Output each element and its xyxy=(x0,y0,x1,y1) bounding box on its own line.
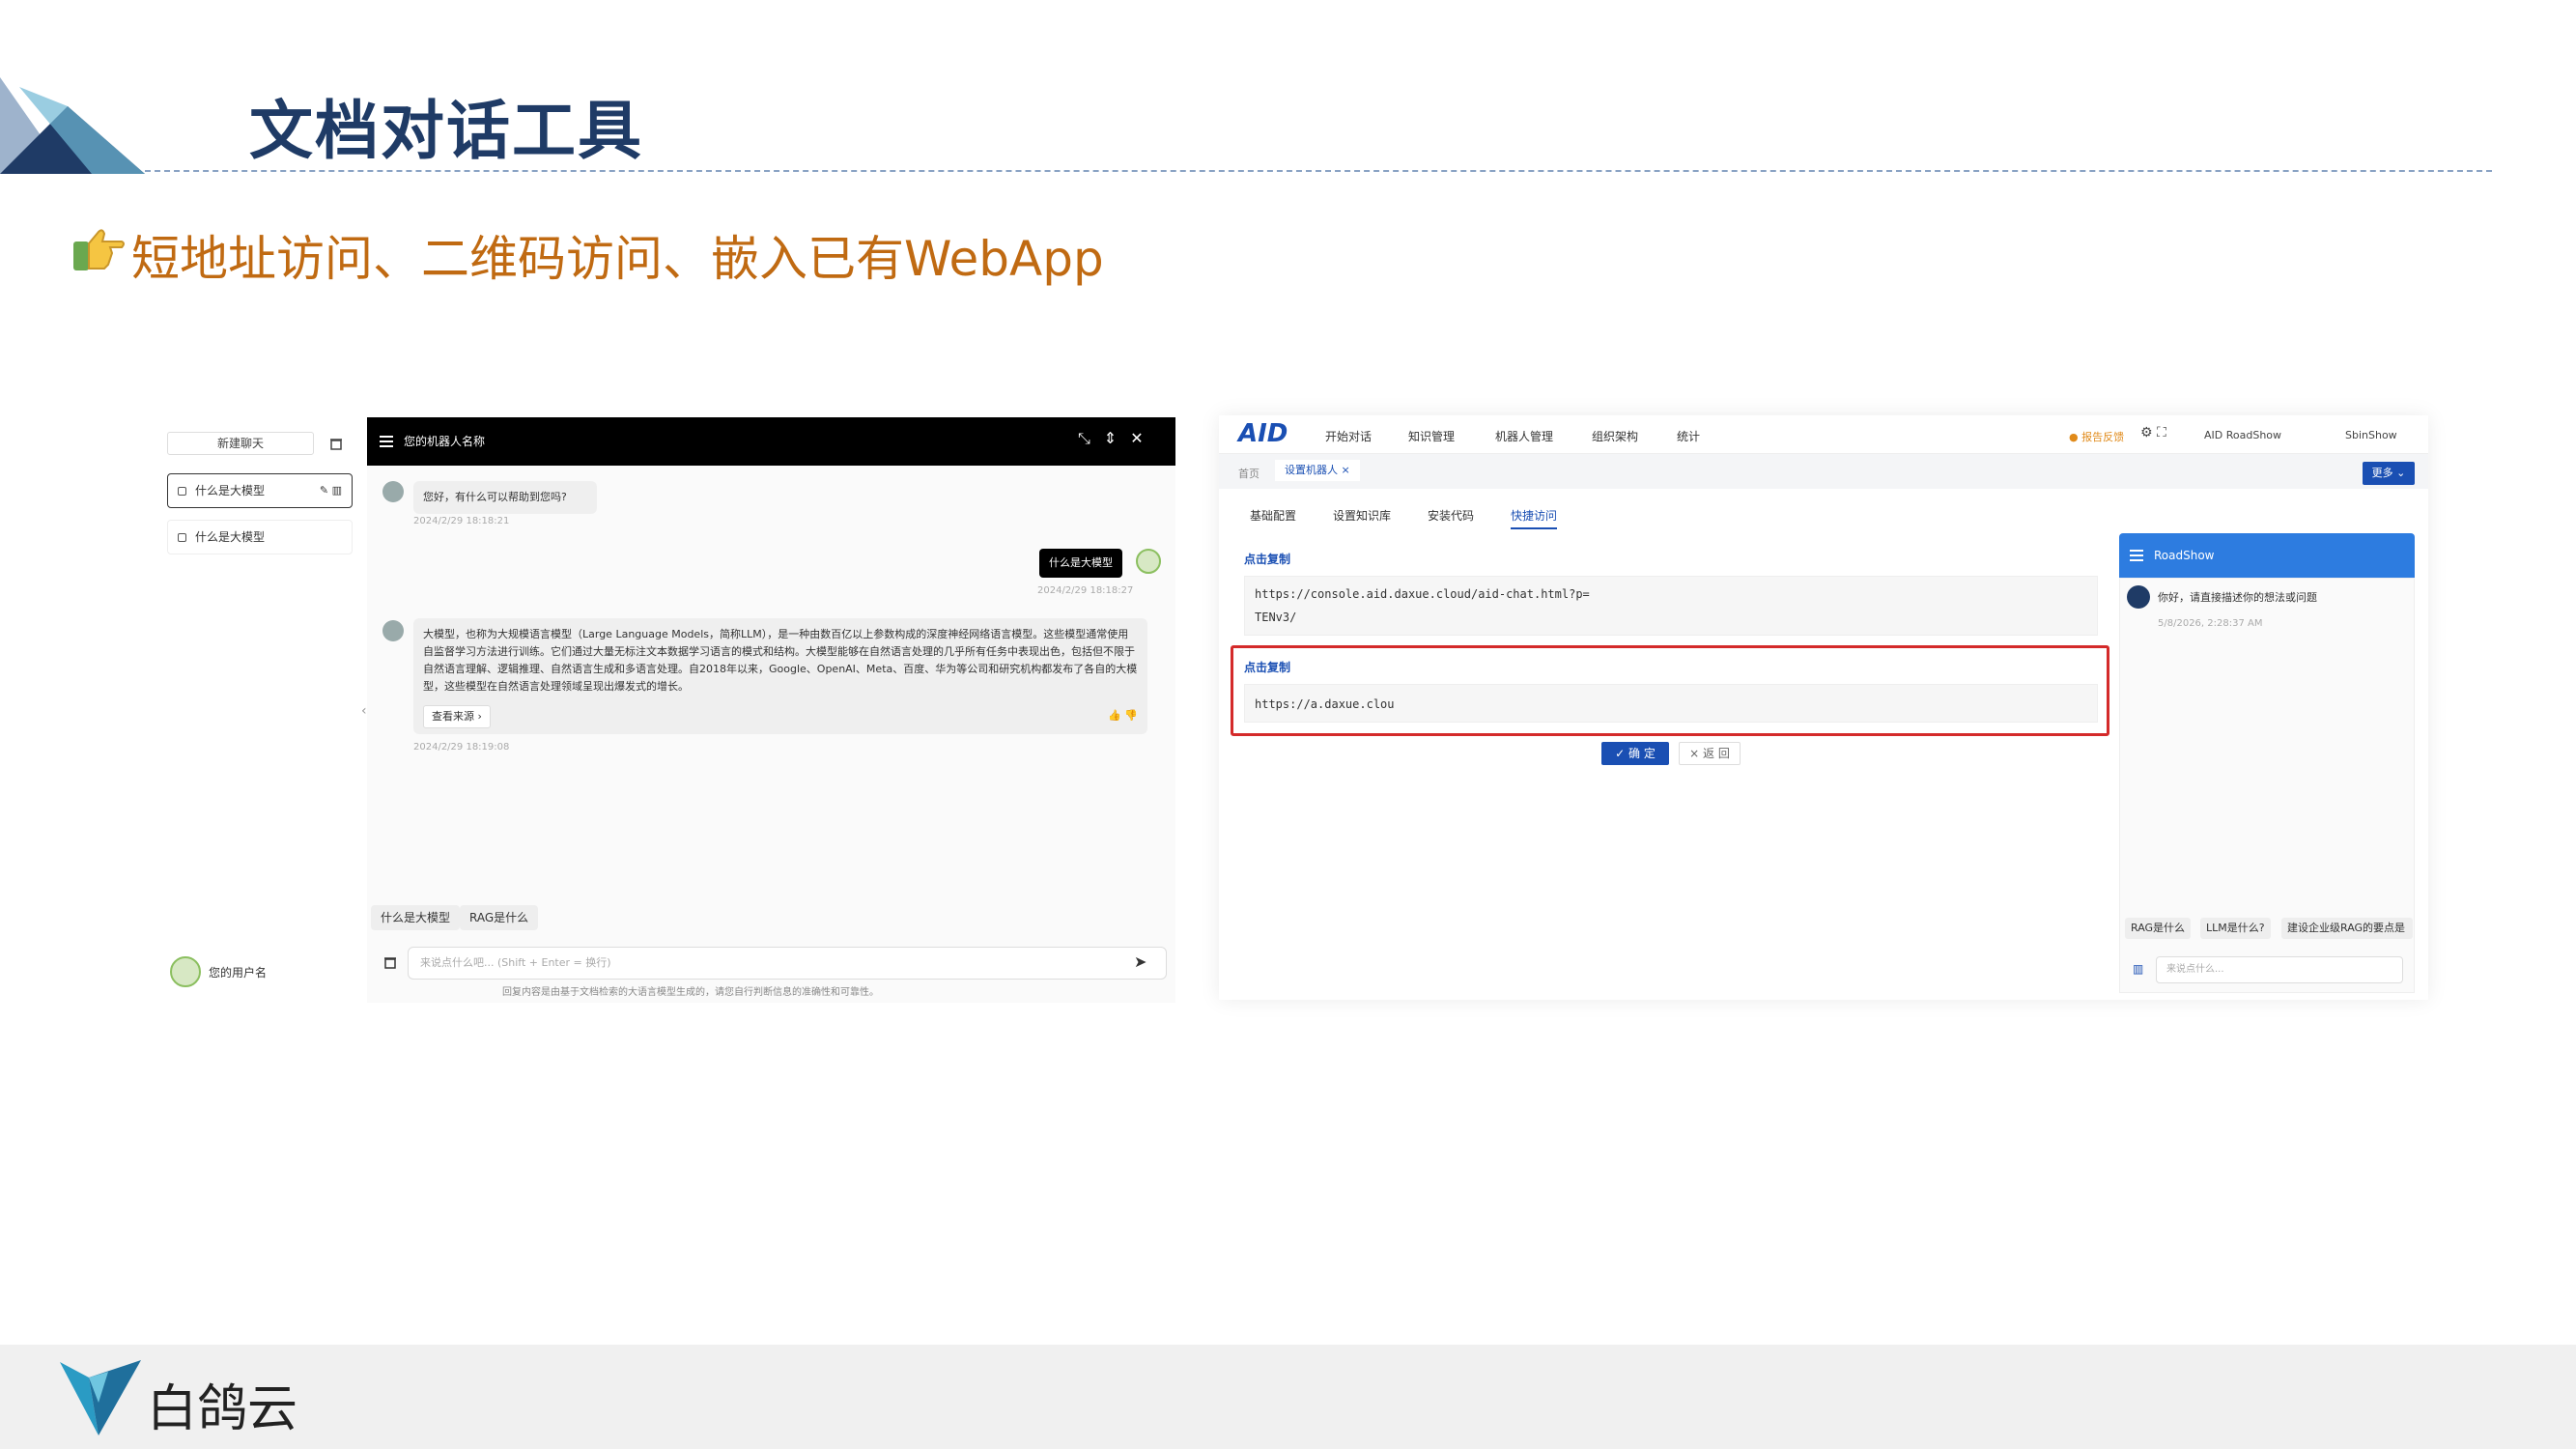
long-url-box[interactable]: https://console.aid.daxue.cloud/aid-chat… xyxy=(1244,576,2098,636)
user-avatar xyxy=(1136,549,1161,574)
short-url-box[interactable]: https://a.daxue.clou xyxy=(1244,684,2098,723)
user-message: 什么是大模型 xyxy=(1039,549,1122,578)
suggestion-chip[interactable]: RAG是什么 xyxy=(460,905,539,930)
preview-chip[interactable]: LLM是什么? xyxy=(2200,918,2271,939)
bot-greeting: 您好，有什么可以帮助到您吗? xyxy=(413,481,597,514)
preview-header: RoadShow xyxy=(2119,533,2415,578)
preview-title: RoadShow xyxy=(2154,549,2215,562)
tab-knowledge[interactable]: 设置知识库 xyxy=(1333,507,1391,524)
nav-org[interactable]: 组织架构 xyxy=(1592,428,1638,444)
breadcrumb-home[interactable]: 首页 xyxy=(1238,466,1260,481)
long-url-line-1: https://console.aid.daxue.cloud/aid-chat… xyxy=(1255,587,1590,601)
tab-install-code[interactable]: 安装代码 xyxy=(1428,507,1474,524)
disclaimer: 回复内容是由基于文档检索的大语言模型生成的，请您自行判断信息的准确性和可靠性。 xyxy=(502,987,879,998)
bot-name: 您的机器人名称 xyxy=(404,435,486,448)
delete-all-icon[interactable] xyxy=(328,436,344,451)
bot-avatar xyxy=(382,481,404,502)
send-icon[interactable]: ➤ xyxy=(1134,952,1146,971)
timestamp: 2024/2/29 18:18:21 xyxy=(413,516,510,526)
confirm-button[interactable]: ✓ 确 定 xyxy=(1601,742,1669,765)
title-divider xyxy=(145,170,2492,172)
view-source-button[interactable]: 查看来源 › xyxy=(423,705,491,728)
dove-logo-icon xyxy=(60,1360,141,1435)
timestamp: 2024/2/29 18:18:27 xyxy=(1037,585,1134,596)
feedback-link[interactable]: ● 报告反馈 xyxy=(2069,429,2124,444)
short-url: https://a.daxue.clou xyxy=(1255,697,1395,711)
preview-clear-icon[interactable]: ▥ xyxy=(2133,962,2143,976)
preview-chip[interactable]: RAG是什么 xyxy=(2125,918,2192,939)
user-avatar xyxy=(170,956,201,987)
slide-title: 文档对话工具 xyxy=(249,94,643,168)
window-controls[interactable]: ⤡⇕✕ xyxy=(1078,429,1157,448)
aid-logo[interactable]: AID xyxy=(1238,419,1288,448)
back-button[interactable]: × 返 回 xyxy=(1679,742,1741,765)
suggestion-chip[interactable]: 什么是大模型 xyxy=(371,905,461,930)
chat-header: 您的机器人名称 xyxy=(367,417,1175,466)
nav-stats[interactable]: 统计 xyxy=(1677,428,1700,444)
bot-answer: 大模型，也称为大规模语言模型（Large Language Models，简称L… xyxy=(413,618,1147,734)
more-button[interactable]: 更多 ⌄ xyxy=(2363,462,2415,485)
clear-chat-icon[interactable] xyxy=(382,954,398,970)
preview-menu-icon[interactable] xyxy=(2129,548,2144,563)
new-chat-button[interactable]: 新建聊天 xyxy=(167,432,314,455)
tab-quick-access[interactable]: 快捷访问 xyxy=(1511,507,1558,529)
message-input[interactable]: 来说点什么吧... (Shift + Enter = 换行) xyxy=(408,947,1167,980)
slide-subtitle: 短地址访问、二维码访问、嵌入已有WebApp xyxy=(131,231,1104,287)
timestamp: 2024/2/29 18:19:08 xyxy=(413,742,510,753)
brand-name: 白鸽云 xyxy=(147,1380,298,1438)
tab-basic-config[interactable]: 基础配置 xyxy=(1250,507,1296,524)
copy-link-label[interactable]: 点击复制 xyxy=(1244,551,1290,567)
long-url-line-2: TENv3/ xyxy=(1255,611,1297,624)
workspace-select[interactable]: AID RoadShow xyxy=(2204,429,2281,441)
history-item[interactable]: 什么是大模型 ✎ ▥ xyxy=(167,473,353,508)
breadcrumb-tab[interactable]: 设置机器人 × xyxy=(1275,460,1360,481)
toolbar-icons[interactable]: ⚙ ⛶ xyxy=(2140,425,2166,440)
menu-icon[interactable] xyxy=(379,434,394,449)
feedback-icons[interactable]: 👍 👎 xyxy=(1108,707,1138,724)
pointing-hand-icon xyxy=(73,229,125,270)
tab-strip xyxy=(1219,454,2428,489)
copy-short-link-label[interactable]: 点击复制 xyxy=(1244,659,1290,675)
nav-start-chat[interactable]: 开始对话 xyxy=(1325,428,1372,444)
user-menu[interactable]: SbinShow xyxy=(2345,429,2397,441)
preview-bot-avatar xyxy=(2127,585,2150,609)
edit-delete-icons[interactable]: ✎ ▥ xyxy=(320,474,342,507)
preview-input[interactable]: 来说点什么... xyxy=(2156,956,2403,983)
preview-chip[interactable]: 建设企业级RAG的要点是 xyxy=(2281,918,2413,939)
preview-timestamp: 5/8/2026, 2:28:37 AM xyxy=(2158,618,2263,629)
corner-decoration xyxy=(0,77,145,174)
nav-bots[interactable]: 机器人管理 xyxy=(1495,428,1553,444)
nav-knowledge[interactable]: 知识管理 xyxy=(1408,428,1455,444)
footer-bar xyxy=(0,1345,2576,1449)
bot-avatar xyxy=(382,620,404,641)
preview-greeting: 你好，请直接描述你的想法或问题 xyxy=(2158,591,2317,604)
chat-icon xyxy=(178,533,186,542)
chat-icon xyxy=(178,487,186,496)
username: 您的用户名 xyxy=(209,966,268,980)
history-item[interactable]: 什么是大模型 xyxy=(167,520,353,554)
collapse-sidebar-icon[interactable]: ‹ xyxy=(361,703,367,719)
